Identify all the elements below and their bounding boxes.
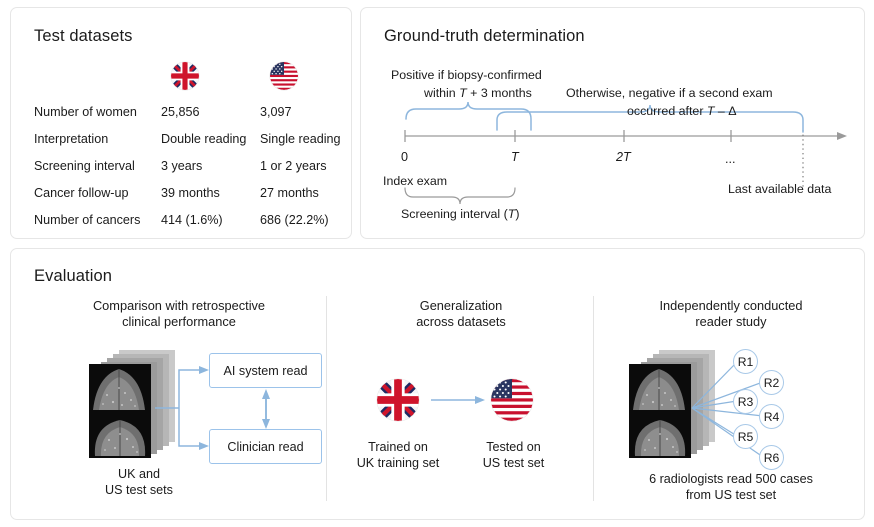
comparison-caption-line1: UK and [59, 466, 219, 482]
reader-study-caption-line2: from US test set [611, 487, 851, 503]
index-exam-label: Index exam [383, 174, 447, 188]
generalization-title-line2: across datasets [361, 314, 561, 330]
reader-badge-r5: R5 [733, 424, 758, 449]
comparison-title-line1: Comparison with retrospective [69, 298, 289, 314]
clinician-read-box[interactable]: Clinician read [209, 429, 322, 464]
positive-label-line1: Positive if biopsy-confirmed [391, 68, 542, 82]
tick-label-2T: 2T [616, 150, 631, 164]
row-us-value: Single reading [260, 132, 341, 146]
test-datasets-title: Test datasets [34, 27, 133, 46]
column-divider-2 [593, 296, 594, 501]
last-available-data-label: Last available data [728, 182, 831, 196]
ground-truth-timeline-graphic [361, 8, 866, 240]
positive-label-pre: within [424, 86, 459, 100]
ground-truth-panel: Ground-truth determination Positive if b… [360, 7, 865, 239]
mammogram-stack-reader-study [629, 350, 739, 460]
us-flag-icon [270, 62, 298, 90]
reader-badge-r4: R4 [759, 404, 784, 429]
screening-interval-post: ) [515, 207, 519, 221]
row-label: Cancer follow-up [34, 186, 129, 200]
reader-study-caption: 6 radiologists read 500 cases from US te… [611, 471, 851, 503]
ai-system-read-box[interactable]: AI system read [209, 353, 322, 388]
row-uk-value: 414 (1.6%) [161, 213, 223, 227]
positive-label-post: + 3 months [467, 86, 532, 100]
generalization-right-caption: Tested on US test set [457, 439, 570, 471]
row-us-value: 27 months [260, 186, 319, 200]
row-uk-value: 3 years [161, 159, 202, 173]
reader-badge-r3: R3 [733, 389, 758, 414]
reader-badge-r1: R1 [733, 349, 758, 374]
reader-study-title-line1: Independently conducted [621, 298, 841, 314]
comparison-title-line2: clinical performance [69, 314, 289, 330]
reader-badge-r2: R2 [759, 370, 784, 395]
us-flag-icon-generalization [491, 379, 533, 421]
row-uk-value: 39 months [161, 186, 220, 200]
tested-on-line2: US test set [457, 455, 570, 471]
comparison-column-title: Comparison with retrospective clinical p… [69, 298, 289, 330]
row-label: Number of women [34, 105, 137, 119]
uk-flag-icon [171, 62, 199, 90]
comparison-caption-line2: US test sets [59, 482, 219, 498]
positive-label-var: T [459, 86, 467, 100]
comparison-caption: UK and US test sets [59, 466, 219, 498]
column-divider-1 [326, 296, 327, 501]
test-datasets-panel: Test datasets [10, 7, 352, 239]
positive-label-line2: within T + 3 months [424, 86, 532, 100]
negative-label-line1: Otherwise, negative if a second exam [566, 86, 773, 100]
negative-label-post: – Δ [714, 104, 736, 118]
uk-flag-icon-generalization [377, 379, 419, 421]
row-label: Interpretation [34, 132, 108, 146]
tick-label-ellipsis: ... [725, 152, 736, 166]
evaluation-panel: Evaluation Comparison with retrospective… [10, 248, 865, 520]
mammogram-stack-comparison [89, 350, 199, 460]
reader-badge-r6: R6 [759, 445, 784, 470]
tick-label-0: 0 [401, 150, 408, 164]
row-us-value: 3,097 [260, 105, 292, 119]
reader-study-caption-line1: 6 radiologists read 500 cases [611, 471, 851, 487]
row-us-value: 686 (22.2%) [260, 213, 329, 227]
evaluation-title: Evaluation [34, 267, 112, 286]
reader-study-title-line2: reader study [621, 314, 841, 330]
negative-label-line2: occurred after T – Δ [627, 104, 737, 118]
row-label: Number of cancers [34, 213, 140, 227]
row-uk-value: Double reading [161, 132, 246, 146]
generalization-title-line1: Generalization [361, 298, 561, 314]
tick-label-T: T [511, 150, 519, 164]
tested-on-line1: Tested on [457, 439, 570, 455]
row-uk-value: 25,856 [161, 105, 200, 119]
trained-on-line2: UK training set [336, 455, 460, 471]
generalization-left-caption: Trained on UK training set [336, 439, 460, 471]
trained-on-line1: Trained on [336, 439, 460, 455]
row-us-value: 1 or 2 years [260, 159, 327, 173]
generalization-column-title: Generalization across datasets [361, 298, 561, 330]
screening-interval-label: Screening interval (T) [401, 207, 519, 221]
negative-label-pre: occurred after [627, 104, 707, 118]
row-label: Screening interval [34, 159, 135, 173]
reader-study-column-title: Independently conducted reader study [621, 298, 841, 330]
screening-interval-pre: Screening interval ( [401, 207, 508, 221]
